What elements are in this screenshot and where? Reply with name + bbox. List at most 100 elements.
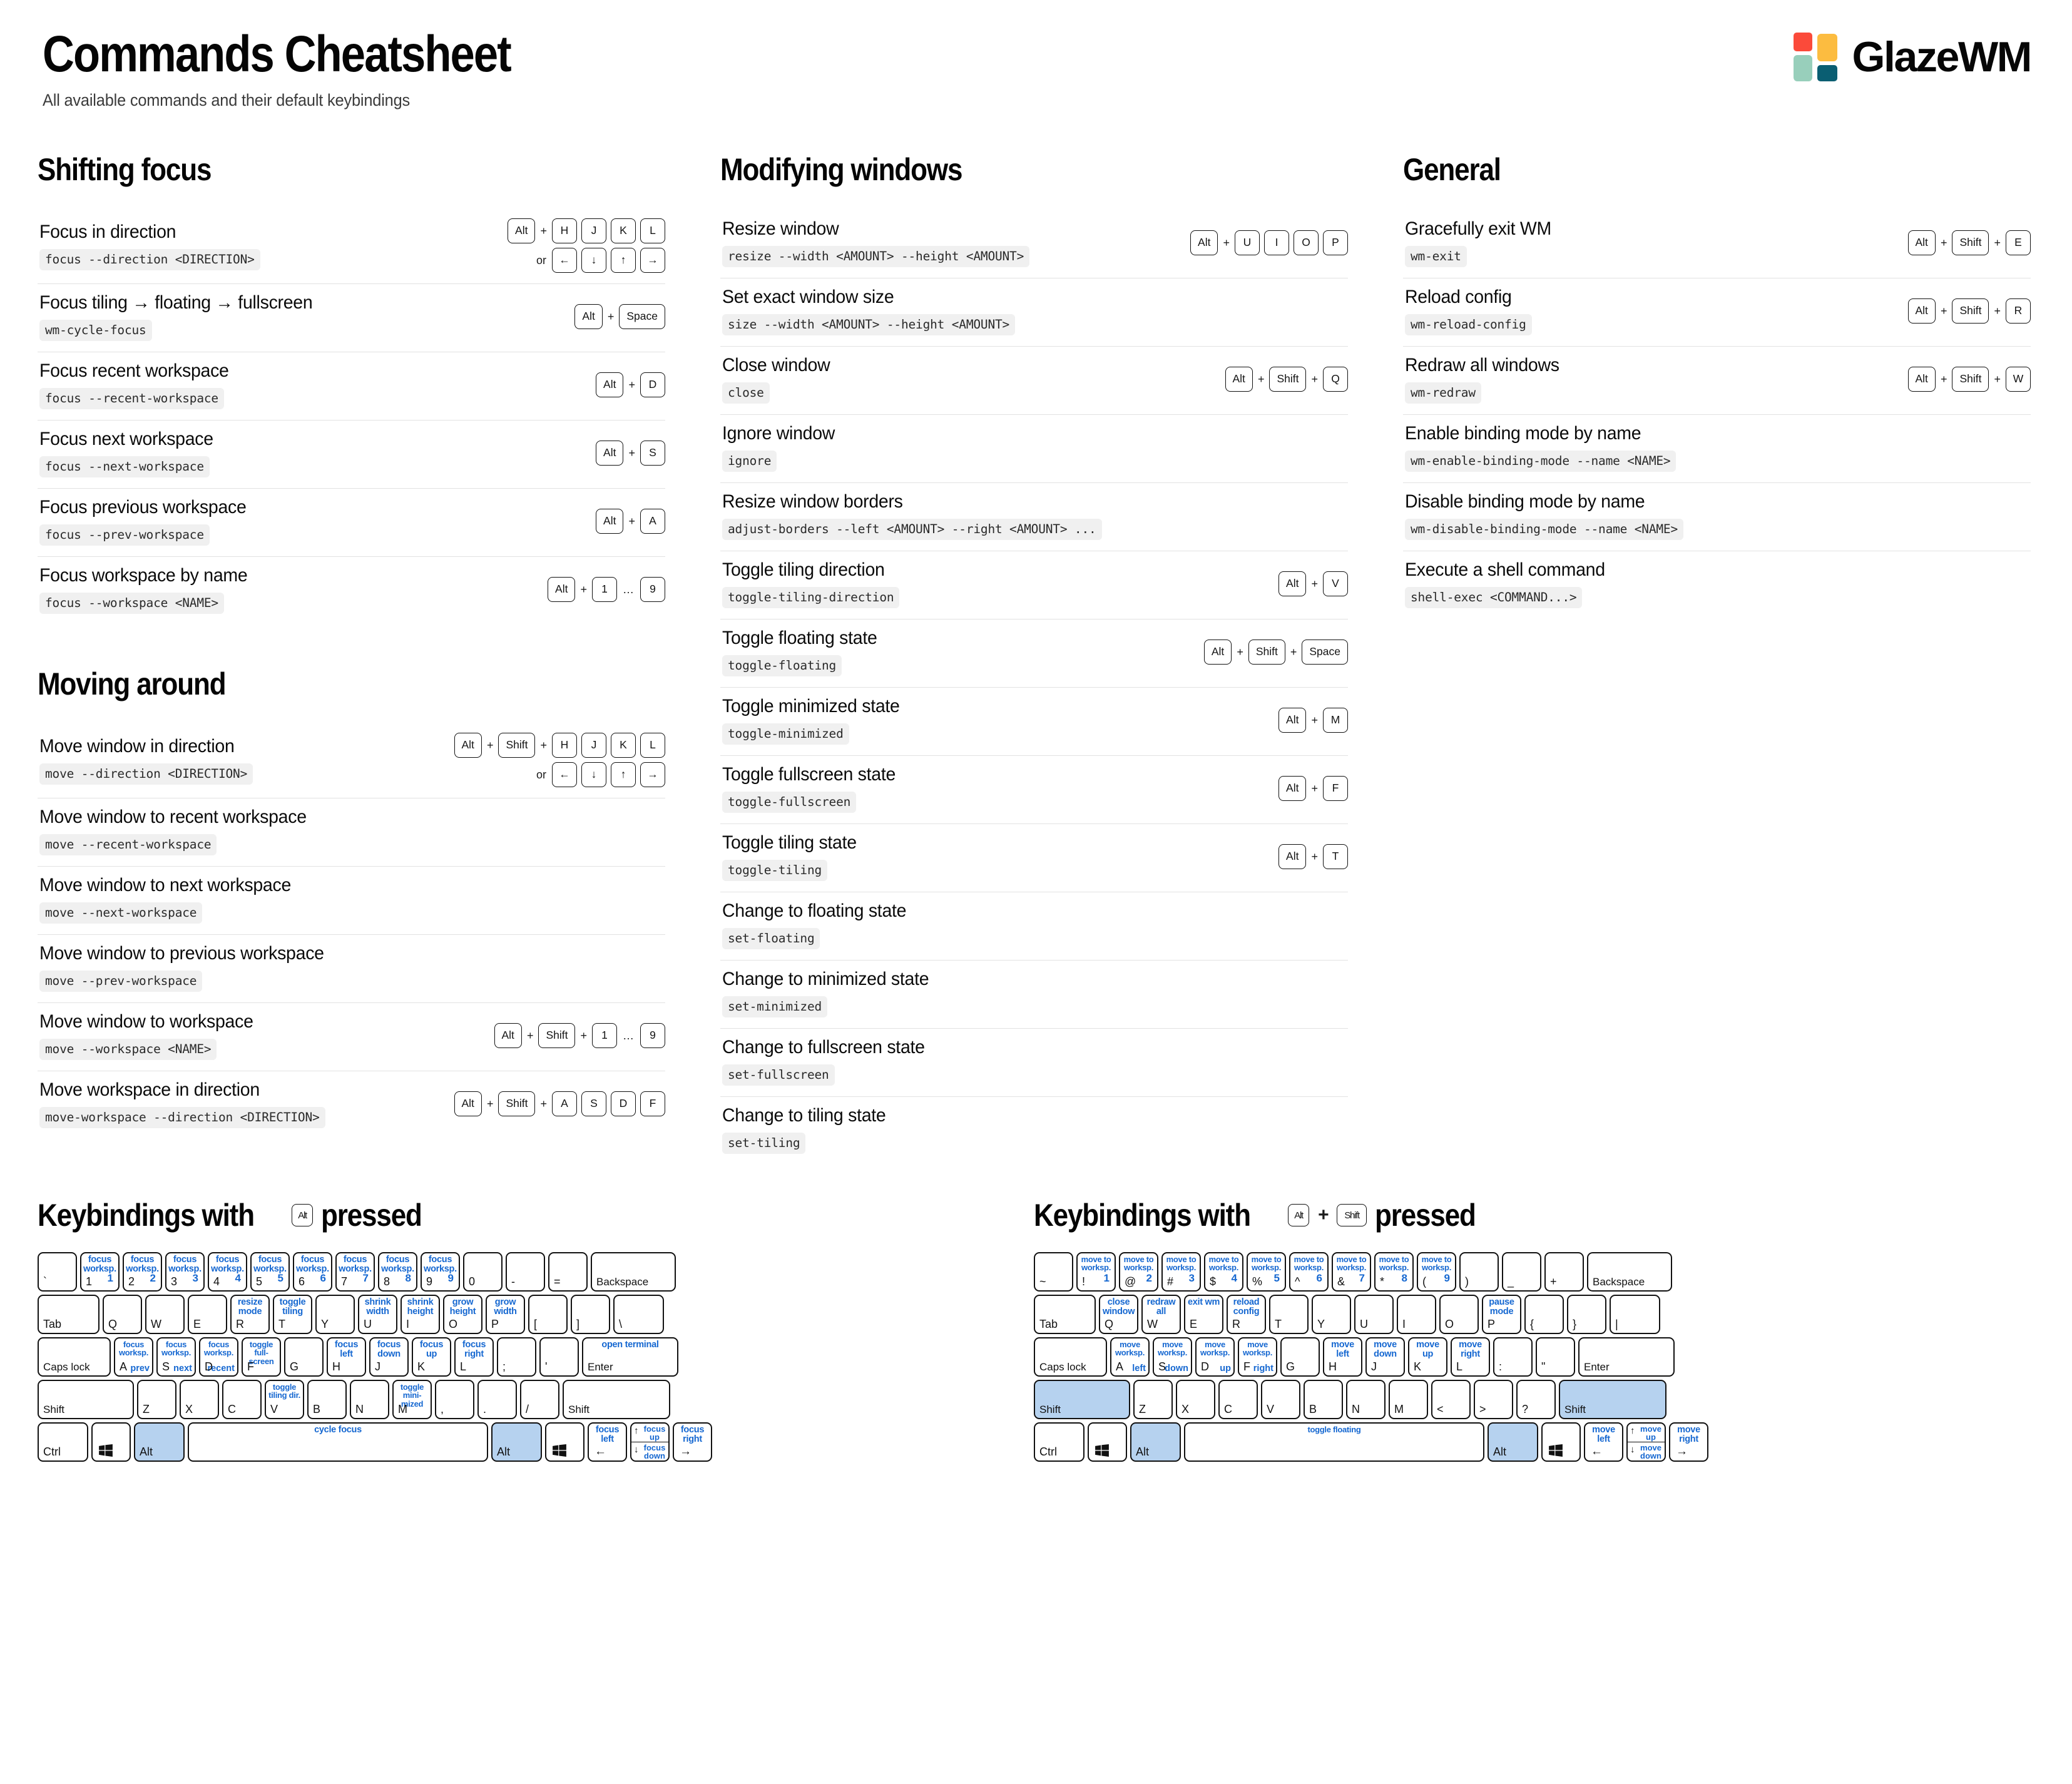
key-p[interactable]: grow width P xyxy=(486,1295,525,1334)
key-x[interactable]: } xyxy=(1567,1295,1606,1334)
key-y[interactable]: Y xyxy=(1312,1295,1351,1334)
key-c[interactable]: C xyxy=(1218,1380,1258,1419)
key-1[interactable]: focus worksp. 1 1 xyxy=(80,1252,120,1292)
key-o[interactable]: grow height O xyxy=(443,1295,482,1334)
key-q[interactable]: close window Q xyxy=(1099,1295,1138,1334)
key-x[interactable]: move to worksp. 3 # xyxy=(1161,1252,1201,1292)
key-f[interactable]: move worksp. right F xyxy=(1238,1337,1277,1377)
key-t[interactable]: toggle tiling T xyxy=(273,1295,312,1334)
key-shift[interactable]: Shift xyxy=(1034,1380,1130,1419)
key-u[interactable]: U xyxy=(1354,1295,1394,1334)
key-x[interactable]: ) xyxy=(1459,1252,1499,1292)
key-x[interactable]: move to worksp. 6 ^ xyxy=(1289,1252,1329,1292)
key-k[interactable]: focus up K xyxy=(412,1337,451,1377)
key-windows[interactable] xyxy=(91,1422,131,1462)
key-h[interactable]: focus left H xyxy=(327,1337,366,1377)
key-blank[interactable]: toggle floating xyxy=(1184,1422,1484,1462)
key-b[interactable]: B xyxy=(307,1380,347,1419)
key-half-down[interactable]: ↓ move down xyxy=(1628,1442,1665,1461)
key-r[interactable]: reload config R xyxy=(1227,1295,1266,1334)
key-i[interactable]: shrink height I xyxy=(401,1295,440,1334)
key-z[interactable]: Z xyxy=(1133,1380,1173,1419)
key-arrow-updown[interactable]: ↑ move up ↓ move down xyxy=(1626,1422,1666,1462)
key-tab[interactable]: Tab xyxy=(1034,1295,1096,1334)
key-n[interactable]: N xyxy=(350,1380,389,1419)
key-x[interactable]: { xyxy=(1524,1295,1564,1334)
key-backspace[interactable]: Backspace xyxy=(1587,1252,1672,1292)
key-x[interactable]: focus right → xyxy=(673,1422,712,1462)
key-capsxlock[interactable]: Caps lock xyxy=(38,1337,111,1377)
key-x[interactable]: > xyxy=(1474,1380,1513,1419)
key-p[interactable]: pause mode P xyxy=(1482,1295,1521,1334)
key-j[interactable]: move down J xyxy=(1365,1337,1405,1377)
key-x[interactable]: _ xyxy=(1502,1252,1541,1292)
key-m[interactable]: toggle mini-mized M xyxy=(392,1380,432,1419)
key-7[interactable]: focus worksp. 7 7 xyxy=(335,1252,375,1292)
key-2[interactable]: focus worksp. 2 2 xyxy=(123,1252,162,1292)
key-q[interactable]: Q xyxy=(103,1295,142,1334)
key-half-down[interactable]: ↓ focus down xyxy=(631,1442,668,1461)
key-x[interactable]: focus left ← xyxy=(588,1422,627,1462)
key-9[interactable]: focus worksp. 9 9 xyxy=(421,1252,460,1292)
key-x[interactable]: : xyxy=(1493,1337,1533,1377)
key-y[interactable]: Y xyxy=(315,1295,355,1334)
key-x[interactable]: ] xyxy=(571,1295,610,1334)
key-arrow-updown[interactable]: ↑ focus up ↓ focus down xyxy=(630,1422,670,1462)
key-w[interactable]: W xyxy=(145,1295,185,1334)
key-h[interactable]: move left H xyxy=(1323,1337,1362,1377)
key-d[interactable]: move worksp. up D xyxy=(1195,1337,1235,1377)
key-d[interactable]: focus worksp. recent D xyxy=(199,1337,238,1377)
key-a[interactable]: focus worksp. prev A xyxy=(114,1337,153,1377)
key-x[interactable]: ? xyxy=(1516,1380,1556,1419)
key-3[interactable]: focus worksp. 3 3 xyxy=(165,1252,205,1292)
key-x[interactable]: move to worksp. 9 ( xyxy=(1417,1252,1456,1292)
key-5[interactable]: focus worksp. 5 5 xyxy=(250,1252,290,1292)
key-x[interactable]: move to worksp. 7 & xyxy=(1332,1252,1371,1292)
key-x[interactable]: \ xyxy=(613,1295,664,1334)
key-k[interactable]: move up K xyxy=(1408,1337,1447,1377)
key-half-up[interactable]: ↑ move up xyxy=(1628,1424,1665,1442)
key-x[interactable]: / xyxy=(520,1380,559,1419)
key-x[interactable]: - xyxy=(506,1252,545,1292)
key-x[interactable]: ' xyxy=(539,1337,579,1377)
key-ctrl[interactable]: Ctrl xyxy=(38,1422,88,1462)
key-x[interactable]: . xyxy=(477,1380,517,1419)
key-x[interactable]: < xyxy=(1431,1380,1471,1419)
key-x[interactable]: + xyxy=(1544,1252,1584,1292)
key-x[interactable]: , xyxy=(435,1380,474,1419)
key-g[interactable]: G xyxy=(1280,1337,1320,1377)
key-shift[interactable]: Shift xyxy=(563,1380,670,1419)
key-o[interactable]: O xyxy=(1439,1295,1479,1334)
key-u[interactable]: shrink width U xyxy=(358,1295,397,1334)
key-alt[interactable]: Alt xyxy=(1488,1422,1538,1462)
key-x[interactable]: = xyxy=(548,1252,588,1292)
key-s[interactable]: move worksp. down S xyxy=(1153,1337,1192,1377)
key-x[interactable]: move to worksp. 2 @ xyxy=(1119,1252,1158,1292)
key-t[interactable]: T xyxy=(1269,1295,1309,1334)
key-j[interactable]: focus down J xyxy=(369,1337,409,1377)
key-x[interactable]: move to worksp. 5% xyxy=(1247,1252,1286,1292)
key-shift[interactable]: Shift xyxy=(1559,1380,1666,1419)
key-4[interactable]: focus worksp. 4 4 xyxy=(208,1252,247,1292)
key-l[interactable]: focus right L xyxy=(454,1337,494,1377)
key-e[interactable]: E xyxy=(188,1295,227,1334)
key-half-up[interactable]: ↑ focus up xyxy=(631,1424,668,1442)
key-shift[interactable]: Shift xyxy=(38,1380,134,1419)
key-x[interactable]: ` xyxy=(38,1252,77,1292)
key-x[interactable]: move to worksp. 4 $ xyxy=(1204,1252,1243,1292)
key-n[interactable]: N xyxy=(1346,1380,1386,1419)
key-enter[interactable]: Enter xyxy=(1578,1337,1675,1377)
key-x[interactable]: move to worksp. 1! xyxy=(1076,1252,1116,1292)
key-x[interactable]: move right → xyxy=(1669,1422,1708,1462)
key-e[interactable]: exit wm E xyxy=(1184,1295,1223,1334)
key-c[interactable]: C xyxy=(222,1380,262,1419)
key-x[interactable]: X xyxy=(1176,1380,1215,1419)
key-x[interactable]: ~ xyxy=(1034,1252,1073,1292)
key-x[interactable]: move to worksp. 8 * xyxy=(1374,1252,1414,1292)
key-x[interactable]: ; xyxy=(497,1337,536,1377)
key-x[interactable]: X xyxy=(180,1380,219,1419)
key-windows[interactable] xyxy=(1541,1422,1581,1462)
key-g[interactable]: G xyxy=(284,1337,324,1377)
key-w[interactable]: redraw all W xyxy=(1141,1295,1181,1334)
key-x[interactable]: move left ← xyxy=(1584,1422,1623,1462)
